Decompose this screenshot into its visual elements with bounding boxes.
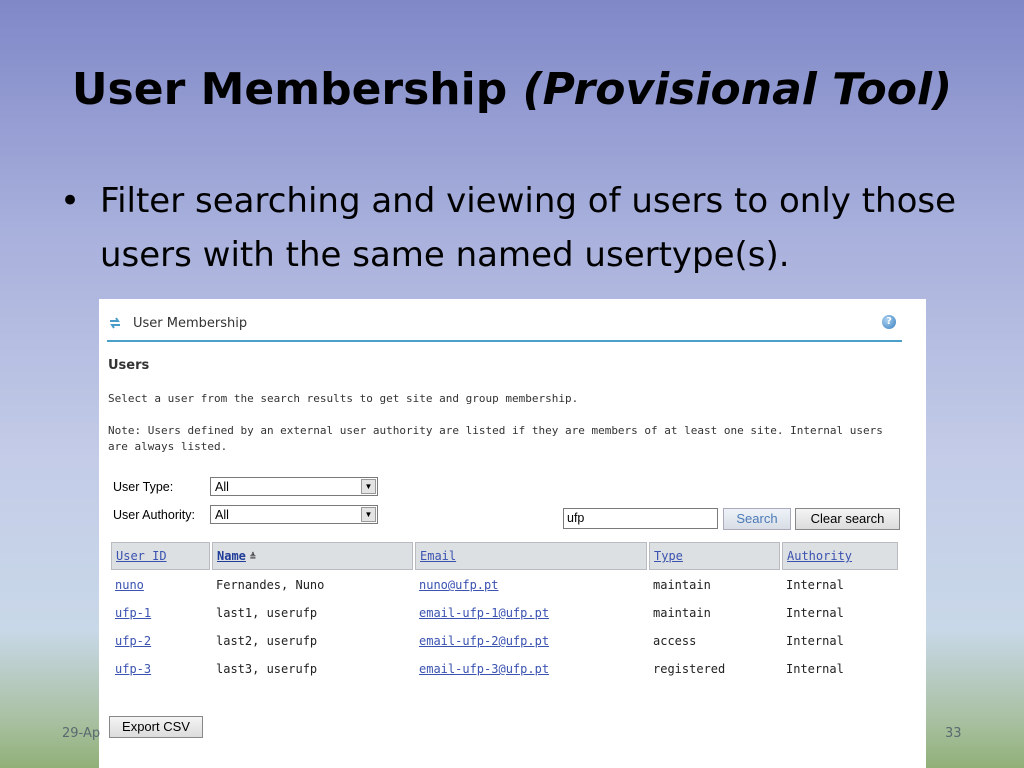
user-type-label: User Type:	[113, 480, 174, 494]
bullet-point: • Filter searching and viewing of users …	[60, 174, 980, 282]
sort-link-email[interactable]: Email	[420, 549, 456, 563]
email-link[interactable]: email-ufp-1@ufp.pt	[419, 606, 549, 620]
user-type-select[interactable]: All ▼	[210, 477, 378, 496]
sort-ascending-icon: ≜	[249, 552, 256, 563]
cell-email[interactable]: email-ufp-3@ufp.pt	[415, 656, 647, 682]
email-link[interactable]: email-ufp-2@ufp.pt	[419, 634, 549, 648]
cell-type: maintain	[653, 578, 711, 592]
instructions-text: Select a user from the search results to…	[108, 392, 579, 405]
cell-name: last3, userufp	[216, 662, 318, 676]
cell-name: last1, userufp	[216, 606, 318, 620]
user-id-link[interactable]: ufp-3	[115, 662, 151, 676]
cell-type: maintain	[653, 606, 711, 620]
page-number: 33	[945, 726, 962, 741]
user-type-value: All	[215, 480, 229, 494]
column-header-authority[interactable]: Authority	[782, 542, 898, 570]
search-input[interactable]: ufp	[563, 508, 718, 529]
user-id-link[interactable]: ufp-1	[115, 606, 151, 620]
cell-name: Fernandes, Nuno	[216, 578, 325, 592]
cell-user-id[interactable]: nuno	[111, 572, 210, 598]
export-csv-button[interactable]: Export CSV	[109, 716, 203, 738]
tool-title: User Membership	[133, 316, 248, 331]
cell-name: last2, userufp	[216, 634, 318, 648]
cell-email[interactable]: nuno@ufp.pt	[415, 572, 647, 598]
table-header-row: User ID Name ≜ Email Type Authority	[111, 542, 898, 570]
column-header-email[interactable]: Email	[415, 542, 647, 570]
column-header-name[interactable]: Name ≜	[212, 542, 413, 570]
cell-user-id[interactable]: ufp-3	[111, 656, 210, 682]
email-link[interactable]: nuno@ufp.pt	[419, 578, 498, 592]
cell-user-id[interactable]: ufp-1	[111, 600, 210, 626]
section-heading: Users	[108, 358, 150, 373]
help-icon[interactable]: ?	[882, 315, 896, 329]
slide-title-italic: (Provisional Tool)	[522, 64, 953, 115]
bullet-text: Filter searching and viewing of users to…	[100, 181, 957, 275]
table-row: ufp-3 last3, userufp email-ufp-3@ufp.pt …	[111, 656, 898, 682]
user-authority-select[interactable]: All ▼	[210, 505, 378, 524]
user-id-link[interactable]: ufp-2	[115, 634, 151, 648]
cell-type: registered	[653, 662, 726, 676]
tool-screenshot: User Membership ? Users Select a user fr…	[99, 299, 926, 768]
chevron-down-icon: ▼	[361, 507, 376, 522]
cell-authority: Internal	[786, 578, 844, 592]
table-row: nuno Fernandes, Nuno nuno@ufp.pt maintai…	[111, 572, 898, 598]
table-row: ufp-2 last2, userufp email-ufp-2@ufp.pt …	[111, 628, 898, 654]
cell-type: access	[653, 634, 697, 648]
footer-date: 29-Ap	[62, 726, 101, 741]
cell-authority: Internal	[786, 634, 844, 648]
sort-link-type[interactable]: Type	[654, 549, 683, 563]
cell-email[interactable]: email-ufp-2@ufp.pt	[415, 628, 647, 654]
email-link[interactable]: email-ufp-3@ufp.pt	[419, 662, 549, 676]
search-button[interactable]: Search	[723, 508, 791, 530]
tool-header: User Membership ?	[107, 313, 902, 342]
users-table: User ID Name ≜ Email Type Authority nuno …	[109, 540, 900, 684]
chevron-down-icon: ▼	[361, 479, 376, 494]
clear-search-button[interactable]: Clear search	[795, 508, 900, 530]
refresh-arrows-icon	[110, 317, 120, 329]
cell-authority: Internal	[786, 662, 844, 676]
note-text: Note: Users defined by an external user …	[108, 424, 883, 453]
table-row: ufp-1 last1, userufp email-ufp-1@ufp.pt …	[111, 600, 898, 626]
user-authority-value: All	[215, 508, 229, 522]
sort-link-name[interactable]: Name	[217, 549, 246, 563]
sort-link-user-id[interactable]: User ID	[116, 549, 167, 563]
column-header-type[interactable]: Type	[649, 542, 780, 570]
user-id-link[interactable]: nuno	[115, 578, 144, 592]
cell-authority: Internal	[786, 606, 844, 620]
slide-title-main: User Membership	[71, 64, 508, 115]
user-authority-label: User Authority:	[113, 508, 195, 522]
slide-title: User Membership (Provisional Tool)	[0, 64, 1024, 115]
column-header-user-id[interactable]: User ID	[111, 542, 210, 570]
cell-email[interactable]: email-ufp-1@ufp.pt	[415, 600, 647, 626]
bullet-dot: •	[60, 181, 81, 221]
sort-link-authority[interactable]: Authority	[787, 549, 852, 563]
cell-user-id[interactable]: ufp-2	[111, 628, 210, 654]
